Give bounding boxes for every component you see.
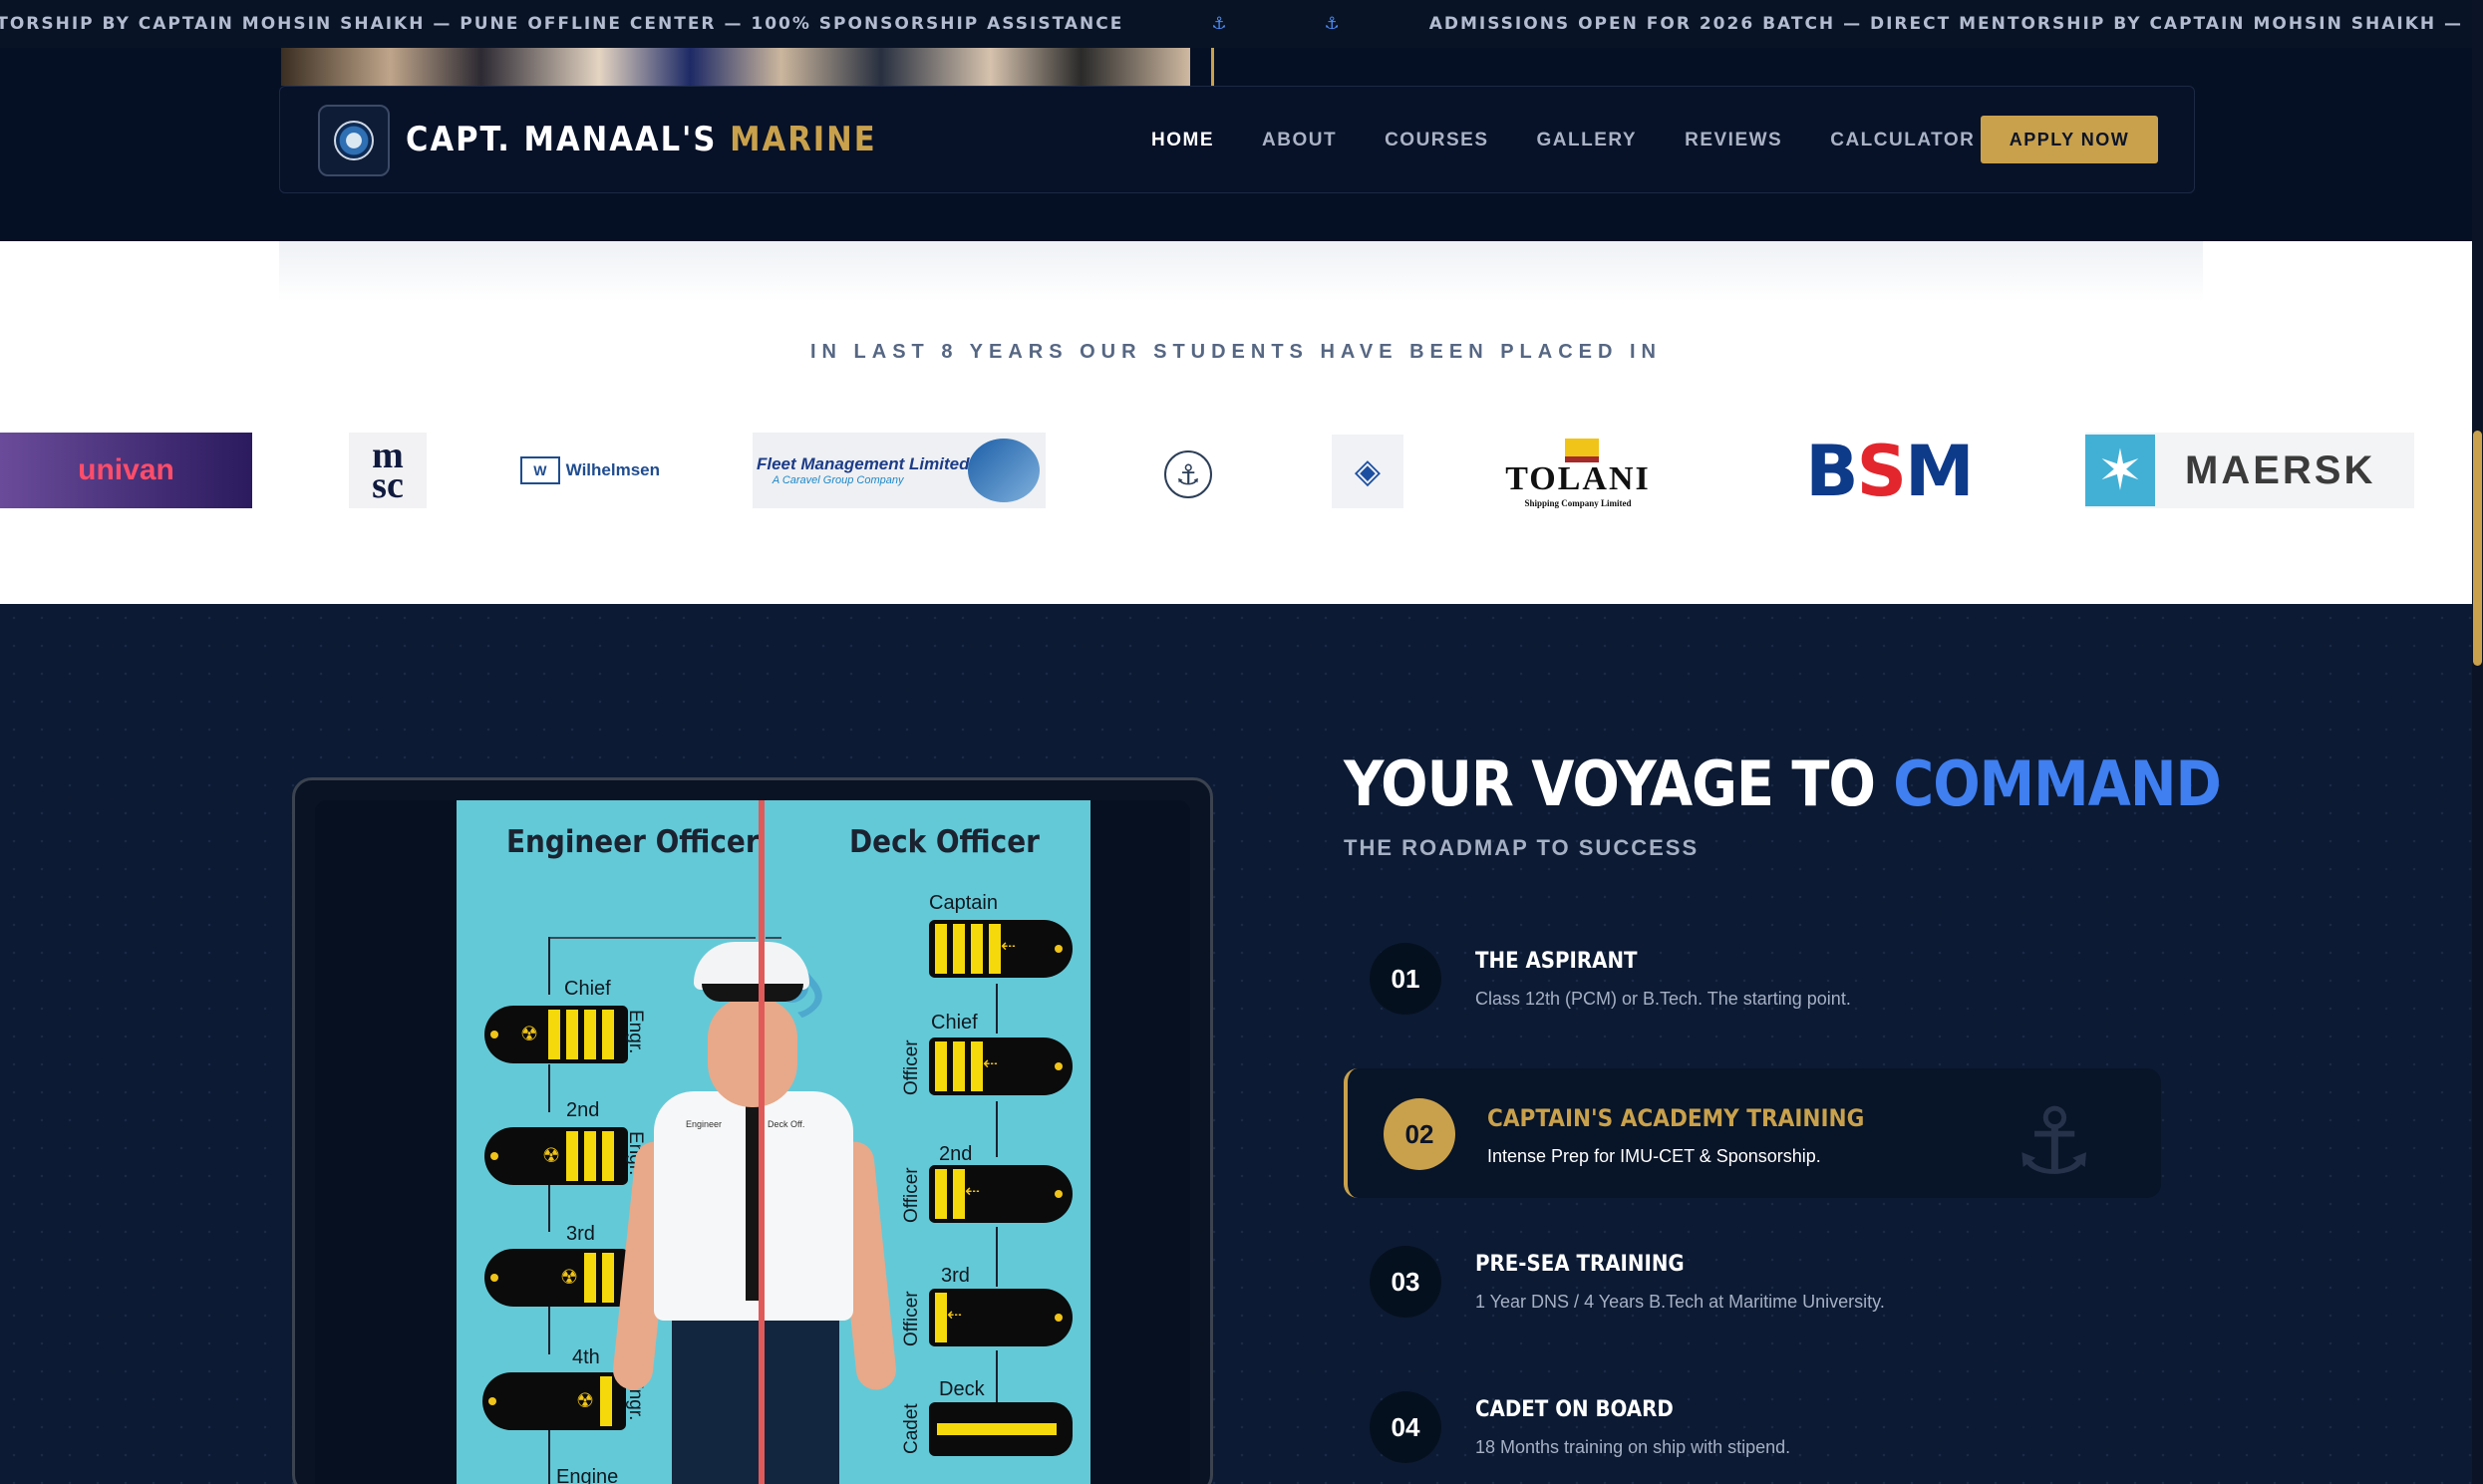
epaulette-3rd-officer: ⇠	[929, 1289, 1073, 1346]
hero-divider	[1211, 48, 1214, 86]
logo-fleet-management: Fleet Management Limited A Caravel Group…	[753, 433, 1046, 508]
scrollbar-track[interactable]	[2472, 0, 2483, 1484]
step-number: 04	[1370, 1391, 1441, 1463]
logo-maersk: ✶ MAERSK	[2085, 433, 2414, 508]
logo-tolani: TOLANI Shipping Company Limited	[1505, 437, 1651, 508]
brand-name[interactable]: CAPT. MANAAL'S MARINE	[406, 120, 877, 159]
center-divider	[759, 800, 765, 1484]
step-title: CAPTAIN'S ACADEMY TRAINING	[1487, 1104, 1865, 1132]
career-ladder-infographic: Engineer Officer Deck Officer sig Chief	[457, 800, 1090, 1484]
placement-partners-section: IN LAST 8 YEARS OUR STUDENTS HAVE BEEN P…	[0, 241, 2472, 604]
announcement-ticker: NTORSHIP BY CAPTAIN MOHSIN SHAIKH — PUNE…	[0, 0, 2483, 48]
fleet-swirl-icon	[968, 439, 1040, 502]
maersk-star-icon: ✶	[2085, 435, 2155, 506]
nav-about[interactable]: ABOUT	[1262, 130, 1337, 151]
step-description: 18 Months training on ship with stipend.	[1475, 1437, 1791, 1457]
nav-calculator[interactable]: CALCULATOR	[1830, 130, 1975, 151]
main-navbar: CAPT. MANAAL'S MARINE HOME ABOUT COURSES…	[279, 86, 2195, 193]
rank-deck-chief: Chief	[931, 1012, 978, 1034]
nav-courses[interactable]: COURSES	[1385, 130, 1488, 151]
roadmap-step-2[interactable]: 02 CAPTAIN'S ACADEMY TRAINING Intense Pr…	[1344, 1068, 2161, 1198]
epaulette-chief-engineer: ☢	[484, 1006, 628, 1063]
rank-engineer-chief: Chief	[564, 978, 611, 1000]
engineer-officer-title: Engineer Officer	[506, 824, 760, 860]
rank-engineer-3rd: 3rd	[566, 1223, 595, 1245]
anchor-icon: ⚓	[1211, 14, 1229, 34]
rank-engine-cadet: Engine	[556, 1466, 619, 1484]
epaulette-chief-officer: ⇠	[929, 1038, 1073, 1095]
partners-title: IN LAST 8 YEARS OUR STUDENTS HAVE BEEN P…	[810, 341, 1662, 363]
rank-deck-2nd: 2nd	[939, 1143, 973, 1165]
epaulette-4th-engineer: ☢	[482, 1372, 626, 1430]
apply-now-button[interactable]: APPLY NOW	[1981, 116, 2158, 163]
nav-reviews[interactable]: REVIEWS	[1685, 130, 1782, 151]
hero-photo-strip	[281, 48, 1190, 86]
wilhelmsen-flag-icon: W	[520, 456, 560, 484]
step-title: THE ASPIRANT	[1475, 949, 1638, 974]
logo-anchor-company: ⚓	[1164, 450, 1212, 498]
step-title: CADET ON BOARD	[1475, 1397, 1674, 1422]
step-description: Class 12th (PCM) or B.Tech. The starting…	[1475, 989, 1851, 1009]
brand-name-gold: MARINE	[730, 120, 877, 159]
step-number: 02	[1384, 1098, 1455, 1170]
deck-officer-title: Deck Officer	[849, 824, 1040, 860]
voyage-title: YOUR VOYAGE TO COMMAND	[1344, 747, 2222, 820]
voyage-section: Engineer Officer Deck Officer sig Chief	[0, 604, 2472, 1484]
rank-deck-3rd: 3rd	[941, 1265, 970, 1287]
logo-wilhelmsen: W Wilhelmsen	[520, 452, 660, 488]
epaulette-captain: ⇠	[929, 920, 1073, 978]
brand-name-white: CAPT. MANAAL'S	[406, 120, 718, 159]
nav-links: HOME ABOUT COURSES GALLERY REVIEWS CALCU…	[1151, 130, 2022, 151]
rank-captain: Captain	[929, 892, 998, 914]
logo-emblem-icon	[334, 121, 374, 160]
epaulette-2nd-engineer: ☢	[484, 1127, 628, 1185]
anchor-icon: ⚓	[1324, 14, 1342, 34]
nav-gallery[interactable]: GALLERY	[1537, 130, 1638, 151]
step-description: 1 Year DNS / 4 Years B.Tech at Maritime …	[1475, 1292, 1885, 1312]
nav-home[interactable]: HOME	[1151, 130, 1214, 151]
step-number: 03	[1370, 1246, 1441, 1318]
ticker-text-1: NTORSHIP BY CAPTAIN MOHSIN SHAIKH — PUNE…	[0, 14, 1124, 34]
epaulette-2nd-officer: ⇠	[929, 1165, 1073, 1223]
voyage-subtitle: THE ROADMAP TO SUCCESS	[1344, 835, 1700, 860]
epaulette-deck-cadet	[929, 1402, 1073, 1456]
roadmap-step-4[interactable]: 04 CADET ON BOARD 18 Months training on …	[1344, 1369, 2161, 1484]
logo[interactable]	[318, 105, 390, 176]
scrollbar-thumb[interactable]	[2473, 431, 2482, 666]
tolani-flag-icon	[1565, 439, 1599, 462]
logo-bsm: BSM	[1805, 437, 1974, 506]
anchor-icon: ⚓	[2013, 1088, 2095, 1195]
logo-univan: univan	[0, 433, 252, 508]
epaulette-3rd-engineer: ☢	[484, 1249, 628, 1307]
rank-engineer-2nd: 2nd	[566, 1099, 600, 1121]
logo-synergy-group: ◈	[1332, 435, 1403, 508]
roadmap-step-3[interactable]: 03 PRE-SEA TRAINING 1 Year DNS / 4 Years…	[1344, 1224, 2161, 1353]
step-description: Intense Prep for IMU-CET & Sponsorship.	[1487, 1146, 1821, 1166]
rank-engineer-4th: 4th	[572, 1346, 600, 1368]
anchor-icon: ⚓	[1175, 457, 1201, 491]
career-infographic-frame: Engineer Officer Deck Officer sig Chief	[292, 777, 1213, 1484]
officer-illustration: Engineer Deck Off.	[611, 942, 898, 1484]
logo-msc: m sc	[349, 433, 427, 508]
ticker-text-2: ADMISSIONS OPEN FOR 2026 BATCH — DIRECT …	[1428, 14, 2483, 34]
step-number: 01	[1370, 943, 1441, 1015]
rank-deck-cadet: Deck	[939, 1378, 985, 1400]
step-title: PRE-SEA TRAINING	[1475, 1252, 1685, 1277]
synergy-diamond-icon: ◈	[1354, 451, 1382, 491]
roadmap-step-1[interactable]: 01 THE ASPIRANT Class 12th (PCM) or B.Te…	[1344, 921, 2161, 1050]
